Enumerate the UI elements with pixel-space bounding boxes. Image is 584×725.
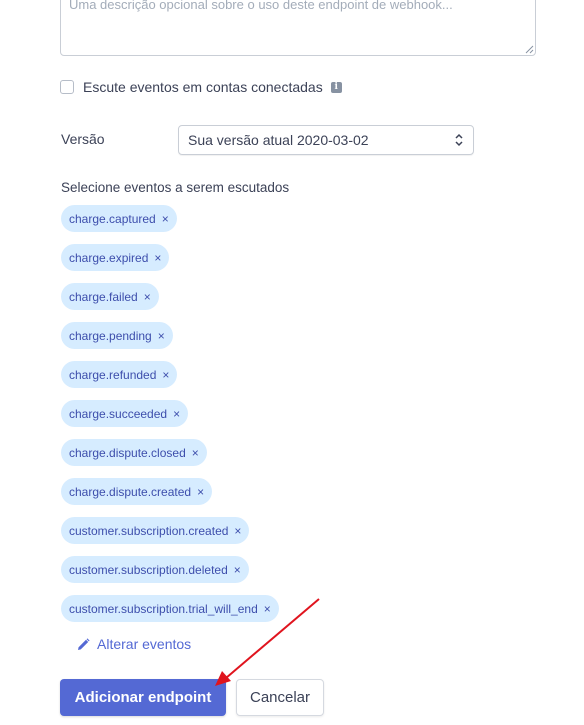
remove-event-icon[interactable]: ×: [234, 524, 241, 538]
remove-event-icon[interactable]: ×: [197, 485, 204, 499]
remove-event-icon[interactable]: ×: [162, 368, 169, 382]
event-chip: charge.dispute.closed ×: [61, 439, 207, 466]
event-chip-label: charge.failed: [69, 289, 138, 304]
event-chip: customer.subscription.deleted ×: [61, 556, 249, 583]
event-chip-label: customer.subscription.trial_will_end: [69, 601, 258, 616]
remove-event-icon[interactable]: ×: [234, 563, 241, 577]
remove-event-icon[interactable]: ×: [162, 212, 169, 226]
version-label: Versão: [61, 131, 105, 147]
alter-events-link[interactable]: Alterar eventos: [77, 636, 191, 652]
event-chip-label: charge.dispute.closed: [69, 445, 186, 460]
cancel-label[interactable]: Cancelar: [250, 689, 310, 706]
event-chip-list: charge.captured × charge.expired × charge.…: [61, 205, 279, 634]
event-chip: charge.failed ×: [61, 283, 159, 310]
event-chip: charge.expired ×: [61, 244, 170, 271]
add-endpoint-label[interactable]: Adicionar endpoint: [75, 689, 212, 706]
event-chip-label: charge.dispute.created: [69, 484, 192, 499]
remove-event-icon[interactable]: ×: [173, 407, 180, 421]
remove-event-icon[interactable]: ×: [192, 446, 199, 460]
connected-accounts-label[interactable]: Escute eventos em contas conectadas: [83, 79, 323, 95]
event-chip: charge.succeeded ×: [61, 400, 189, 427]
resize-grip-icon[interactable]: [525, 45, 534, 54]
event-chip-label: charge.pending: [69, 328, 152, 343]
remove-event-icon[interactable]: ×: [158, 329, 165, 343]
version-select-value: Sua versão atual 2020-03-02: [188, 132, 369, 148]
event-chip-label: charge.refunded: [69, 367, 157, 382]
event-chip: charge.pending ×: [61, 322, 173, 349]
connected-accounts-checkbox[interactable]: [60, 80, 74, 94]
event-chip-label: customer.subscription.created: [69, 523, 229, 538]
remove-event-icon[interactable]: ×: [264, 602, 271, 616]
description-placeholder: Uma descrição opcional sobre o uso deste…: [69, 0, 453, 12]
event-chip-label: charge.expired: [69, 250, 149, 265]
event-chip: charge.refunded ×: [61, 361, 178, 388]
cancel-button[interactable]: Cancelar: [236, 679, 324, 716]
alter-events-label[interactable]: Alterar eventos: [97, 636, 191, 652]
chevron-up-down-icon: [455, 133, 463, 147]
remove-event-icon[interactable]: ×: [144, 290, 151, 304]
event-chip: customer.subscription.created ×: [61, 517, 250, 544]
info-icon[interactable]: i: [330, 81, 342, 93]
remove-event-icon[interactable]: ×: [154, 251, 161, 265]
description-textarea[interactable]: Uma descrição opcional sobre o uso deste…: [60, 0, 536, 56]
event-chip-label: customer.subscription.deleted: [69, 562, 228, 577]
event-chip: charge.captured ×: [61, 205, 177, 232]
event-chip: charge.dispute.created ×: [61, 478, 213, 505]
event-chip: customer.subscription.trial_will_end ×: [61, 595, 279, 622]
pencil-icon: [78, 637, 90, 650]
add-endpoint-button[interactable]: Adicionar endpoint: [60, 679, 226, 716]
event-chip-label: charge.succeeded: [69, 406, 168, 421]
connected-accounts-row[interactable]: Escute eventos em contas conectadas i: [60, 79, 342, 95]
version-select[interactable]: Sua versão atual 2020-03-02: [178, 125, 474, 155]
events-label: Selecione eventos a serem escutados: [61, 180, 290, 195]
event-chip-label: charge.captured: [69, 211, 156, 226]
